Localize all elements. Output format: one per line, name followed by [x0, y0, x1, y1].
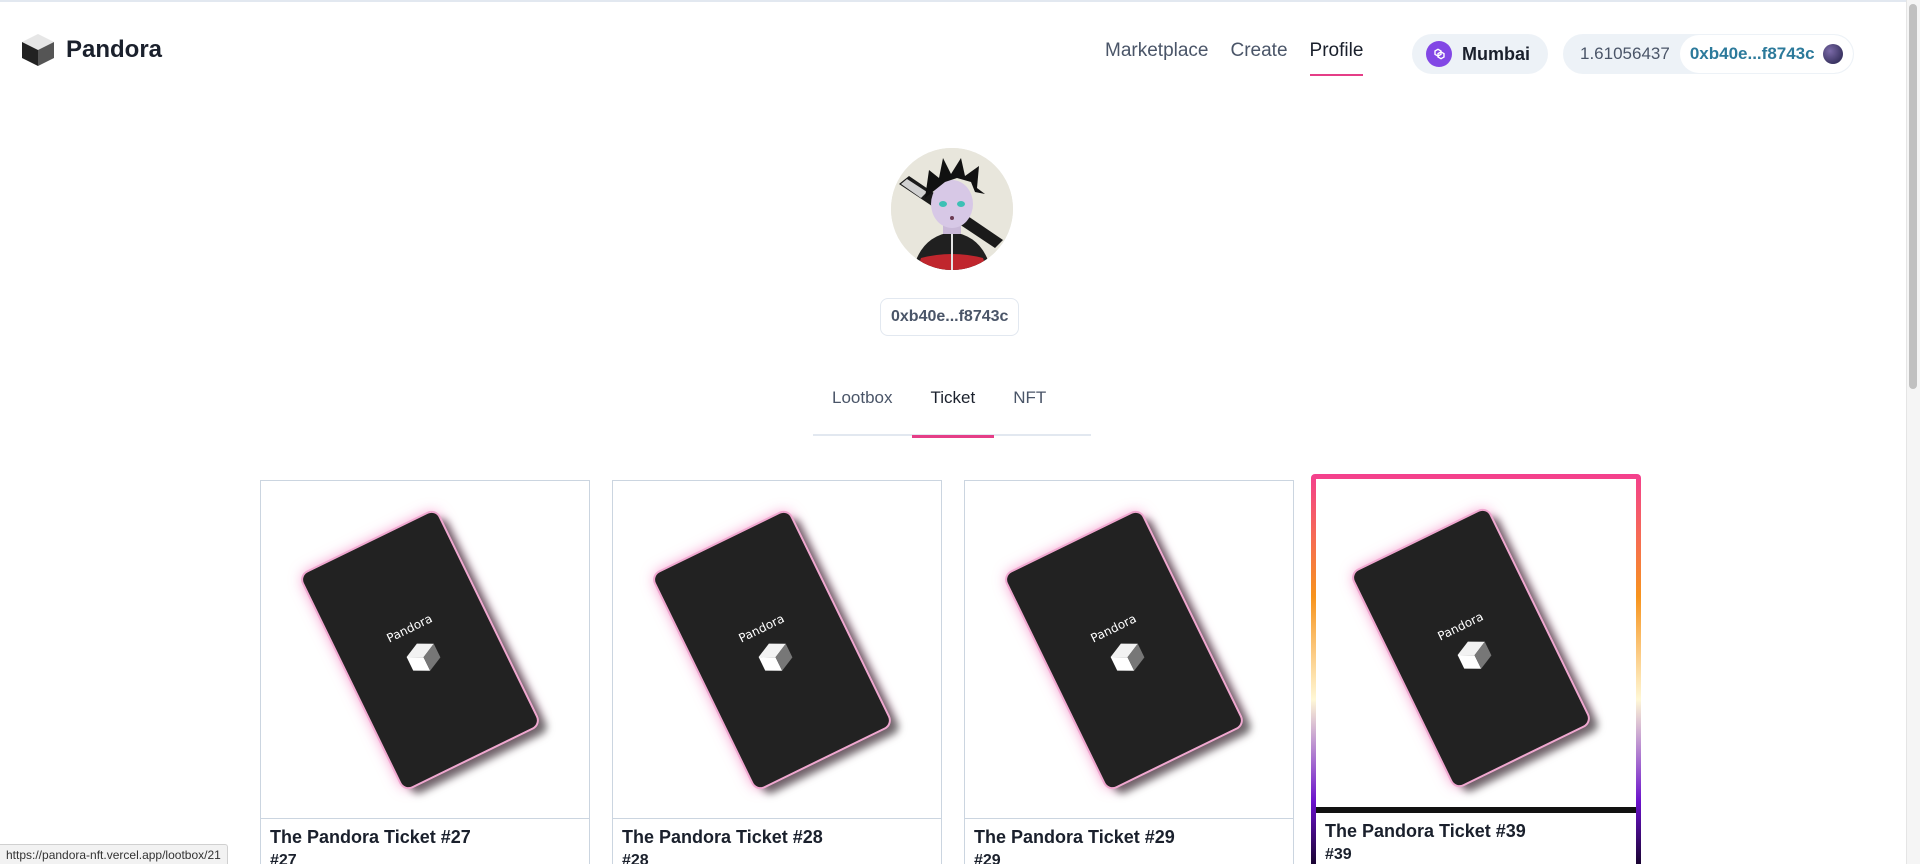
- ticket-image: Pandora: [613, 481, 941, 819]
- wallet-address-button[interactable]: 0xb40e...f8743c: [1679, 35, 1853, 73]
- ticket-name: The Pandora Ticket #29: [974, 827, 1175, 847]
- ticket-card-hovered[interactable]: Pandora The Pandora Ticket #39 #39: [1311, 474, 1641, 864]
- ticket-image: Pandora: [1316, 479, 1636, 813]
- profile-tabs: Lootbox Ticket NFT: [813, 380, 1091, 438]
- network-name: Mumbai: [1462, 43, 1531, 64]
- polygon-icon: [1426, 41, 1452, 67]
- nav-create[interactable]: Create: [1231, 40, 1288, 76]
- wallet-address: 0xb40e...f8743c: [1689, 44, 1815, 63]
- tab-ticket[interactable]: Ticket: [911, 380, 995, 438]
- ticket-id: #28: [622, 852, 649, 864]
- wallet-balance: 1.61056437: [1580, 44, 1670, 63]
- nav-profile[interactable]: Profile: [1309, 40, 1363, 76]
- ticket-artwork: Pandora: [1351, 508, 1591, 788]
- profile-address: 0xb40e...f8743c: [891, 308, 1009, 325]
- ticket-id: #29: [974, 852, 1001, 864]
- cube-icon: [758, 643, 793, 671]
- ticket-artwork: Pandora: [652, 510, 892, 790]
- ticket-image: Pandora: [261, 481, 589, 819]
- cube-icon: [1110, 643, 1145, 671]
- main-nav: Marketplace Create Profile: [1105, 40, 1363, 76]
- network-selector-button[interactable]: Mumbai: [1412, 34, 1549, 74]
- tab-nft[interactable]: NFT: [994, 380, 1065, 436]
- profile-avatar: [891, 148, 1013, 270]
- cube-logo-icon: [22, 34, 54, 66]
- wallet-button[interactable]: 1.61056437 0xb40e...f8743c: [1563, 34, 1854, 74]
- ticket-artwork: Pandora: [300, 510, 540, 790]
- ticket-artwork: Pandora: [1004, 510, 1244, 790]
- ticket-id: #39: [1325, 846, 1352, 863]
- link-status-tooltip: https://pandora-nft.vercel.app/lootbox/2…: [0, 844, 228, 864]
- nav-marketplace[interactable]: Marketplace: [1105, 40, 1209, 76]
- ticket-name: The Pandora Ticket #27: [270, 827, 471, 847]
- profile-address-chip[interactable]: 0xb40e...f8743c: [880, 298, 1020, 336]
- top-navbar: Pandora Marketplace Create Profile Mumba…: [0, 0, 1906, 100]
- ticket-name: The Pandora Ticket #39: [1325, 821, 1526, 841]
- cube-icon: [406, 643, 441, 671]
- ticket-card[interactable]: Pandora The Pandora Ticket #29 #29: [964, 480, 1294, 864]
- cube-icon: [1457, 641, 1492, 669]
- wallet-avatar-icon: [1822, 44, 1843, 64]
- page-scrollbar[interactable]: [1906, 0, 1920, 864]
- ticket-card[interactable]: Pandora The Pandora Ticket #27 #27: [260, 480, 590, 864]
- ticket-card[interactable]: Pandora The Pandora Ticket #28 #28: [612, 480, 942, 864]
- ticket-name: The Pandora Ticket #28: [622, 827, 823, 847]
- brand-logo-link[interactable]: Pandora: [20, 32, 162, 68]
- ticket-image: Pandora: [965, 481, 1293, 819]
- tab-lootbox[interactable]: Lootbox: [813, 380, 912, 436]
- scrollbar-thumb[interactable]: [1909, 4, 1917, 389]
- ticket-id: #27: [270, 852, 297, 864]
- brand-name: Pandora: [66, 36, 163, 63]
